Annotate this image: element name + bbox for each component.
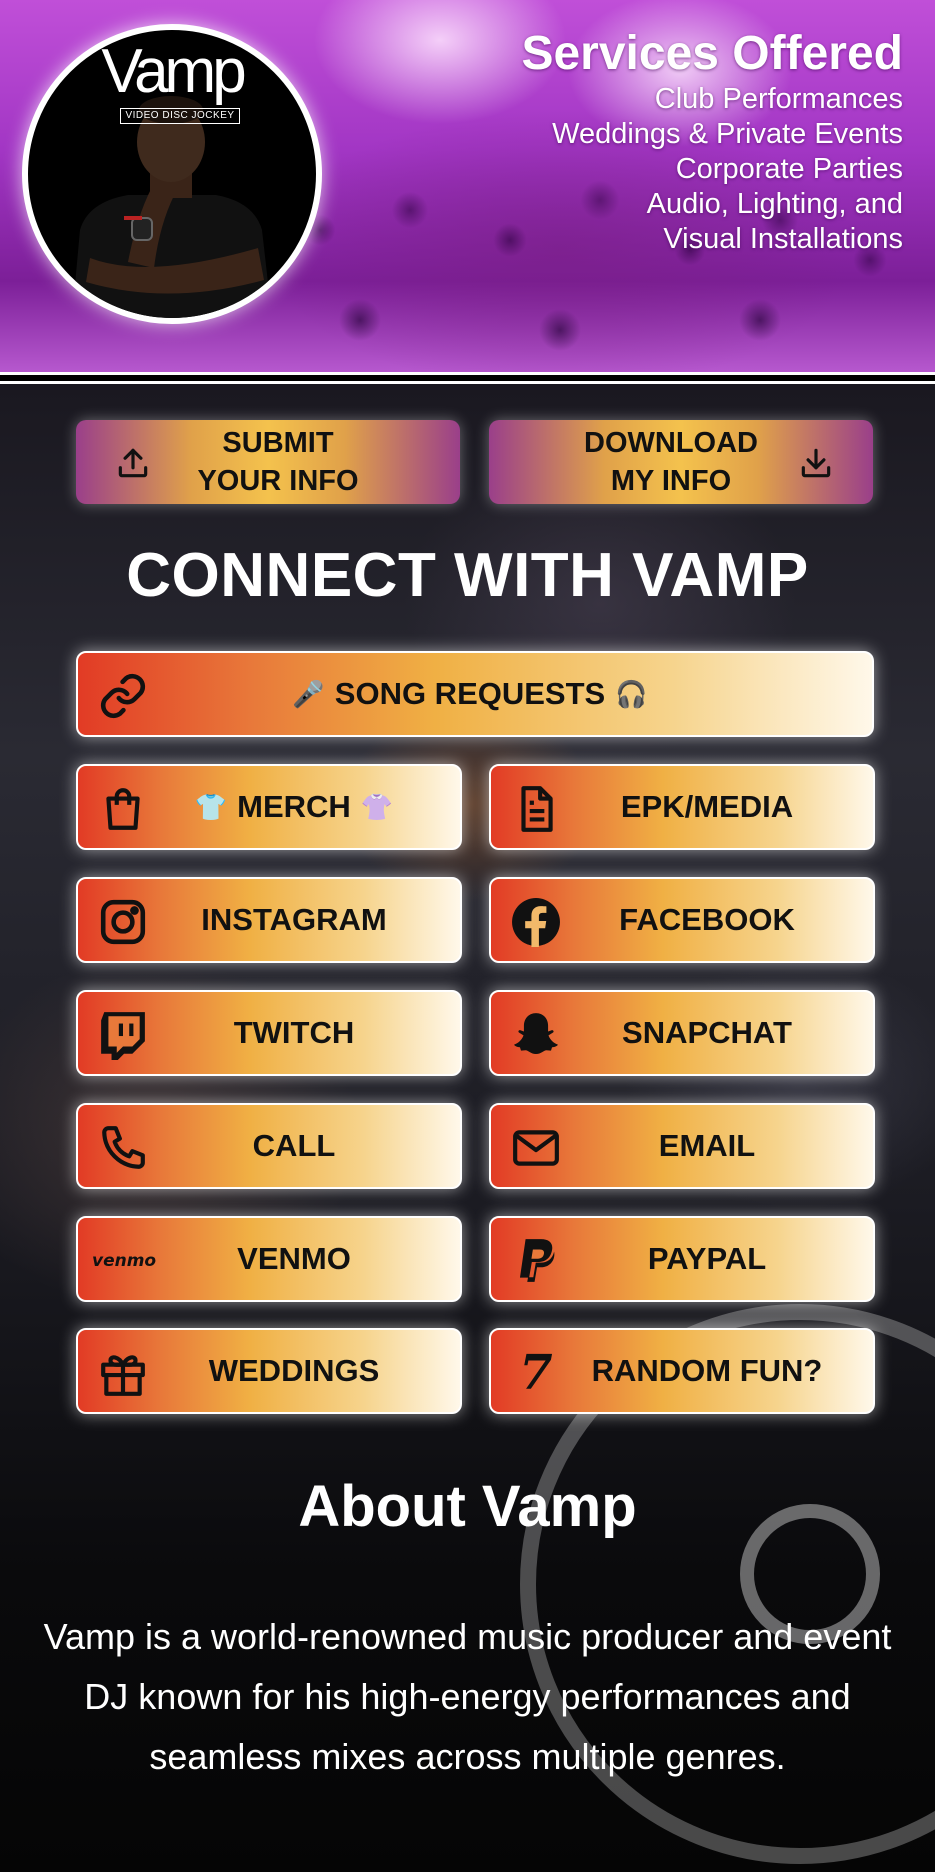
upload-icon (118, 448, 148, 478)
green-shirt-icon: 👕 (194, 791, 228, 822)
merch-button[interactable]: 👕 MERCH 👚 (76, 764, 462, 850)
services-panel: Services Offered Club Performances Weddi… (403, 26, 903, 257)
random-fun-button[interactable]: 7 RANDOM FUN? (489, 1328, 875, 1414)
call-label-row: CALL (78, 1105, 460, 1187)
download-icon (801, 448, 831, 478)
service-item: Weddings & Private Events (552, 118, 903, 150)
instagram-label: INSTAGRAM (201, 902, 387, 937)
call-label: CALL (252, 1128, 336, 1163)
epk-media-button[interactable]: EPK/MEDIA (489, 764, 875, 850)
epk-label: EPK/MEDIA (620, 789, 794, 824)
download-label-line2: MY INFO (610, 465, 732, 497)
submit-info-label: SUBMIT YOUR INFO (178, 424, 378, 500)
submit-label-line2: YOUR INFO (197, 465, 359, 497)
download-info-label: DOWNLOAD MY INFO (571, 424, 771, 500)
instagram-button[interactable]: INSTAGRAM (76, 877, 462, 963)
facebook-label: FACEBOOK (619, 902, 795, 937)
pink-shirt-icon: 👚 (360, 791, 394, 822)
twitch-label-row: TWITCH (78, 992, 460, 1074)
connect-heading: CONNECT WITH VAMP (126, 541, 809, 610)
logo-tagline: VIDEO DISC JOCKEY (120, 108, 240, 124)
venmo-button[interactable]: venmo VENMO (76, 1216, 462, 1302)
twitch-button[interactable]: TWITCH (76, 990, 462, 1076)
paypal-label-row: PAYPAL (491, 1218, 873, 1300)
service-item: Corporate Parties (675, 153, 903, 185)
header-banner: Vamp VIDEO DISC JOCKEY Services Offered … (0, 0, 935, 375)
snapchat-label: SNAPCHAT (622, 1015, 792, 1050)
facebook-button[interactable]: FACEBOOK (489, 877, 875, 963)
weddings-button[interactable]: WEDDINGS (76, 1328, 462, 1414)
email-label-row: EMAIL (491, 1105, 873, 1187)
venmo-label: VENMO (237, 1241, 351, 1276)
weddings-label-row: WEDDINGS (78, 1330, 460, 1412)
microphone-icon: 🎤 (292, 678, 325, 709)
submit-label-line1: SUBMIT (222, 427, 334, 459)
weddings-label: WEDDINGS (208, 1353, 380, 1388)
paypal-label: PAYPAL (647, 1241, 767, 1276)
song-requests-label: SONG REQUESTS (334, 676, 606, 711)
service-item: Club Performances (654, 83, 903, 115)
merch-label: MERCH (237, 789, 351, 824)
download-info-button[interactable]: DOWNLOAD MY INFO (489, 420, 873, 504)
service-item: Audio, Lighting, and (646, 188, 903, 220)
header-divider (0, 372, 935, 384)
random-fun-label: RANDOM FUN? (591, 1353, 823, 1388)
paypal-button[interactable]: PAYPAL (489, 1216, 875, 1302)
email-label: EMAIL (658, 1128, 756, 1163)
logo-wordmark: Vamp (101, 37, 246, 106)
random-label-row: RANDOM FUN? (491, 1330, 873, 1412)
song-requests-button[interactable]: 🎤 SONG REQUESTS 🎧 (76, 651, 874, 737)
epk-label-row: EPK/MEDIA (491, 766, 873, 848)
headphones-icon: 🎧 (615, 678, 648, 709)
about-heading: About Vamp (298, 1474, 637, 1539)
snapchat-label-row: SNAPCHAT (491, 992, 873, 1074)
twitch-label: TWITCH (233, 1015, 355, 1050)
venmo-label-row: VENMO (78, 1218, 460, 1300)
services-list: Club Performances Weddings & Private Eve… (403, 82, 903, 257)
service-item: Visual Installations (663, 223, 903, 255)
instagram-label-row: INSTAGRAM (78, 879, 460, 961)
merch-label-row: 👕 MERCH 👚 (78, 766, 460, 848)
about-description: Vamp is a world-renowned music producer … (43, 1616, 892, 1777)
profile-avatar: Vamp VIDEO DISC JOCKEY (22, 24, 322, 324)
services-title: Services Offered (521, 27, 903, 80)
call-button[interactable]: CALL (76, 1103, 462, 1189)
snapchat-button[interactable]: SNAPCHAT (489, 990, 875, 1076)
song-requests-label-row: 🎤 SONG REQUESTS 🎧 (78, 653, 872, 735)
download-label-line1: DOWNLOAD (584, 427, 758, 459)
facebook-label-row: FACEBOOK (491, 879, 873, 961)
email-button[interactable]: EMAIL (489, 1103, 875, 1189)
submit-info-button[interactable]: SUBMIT YOUR INFO (76, 420, 460, 504)
